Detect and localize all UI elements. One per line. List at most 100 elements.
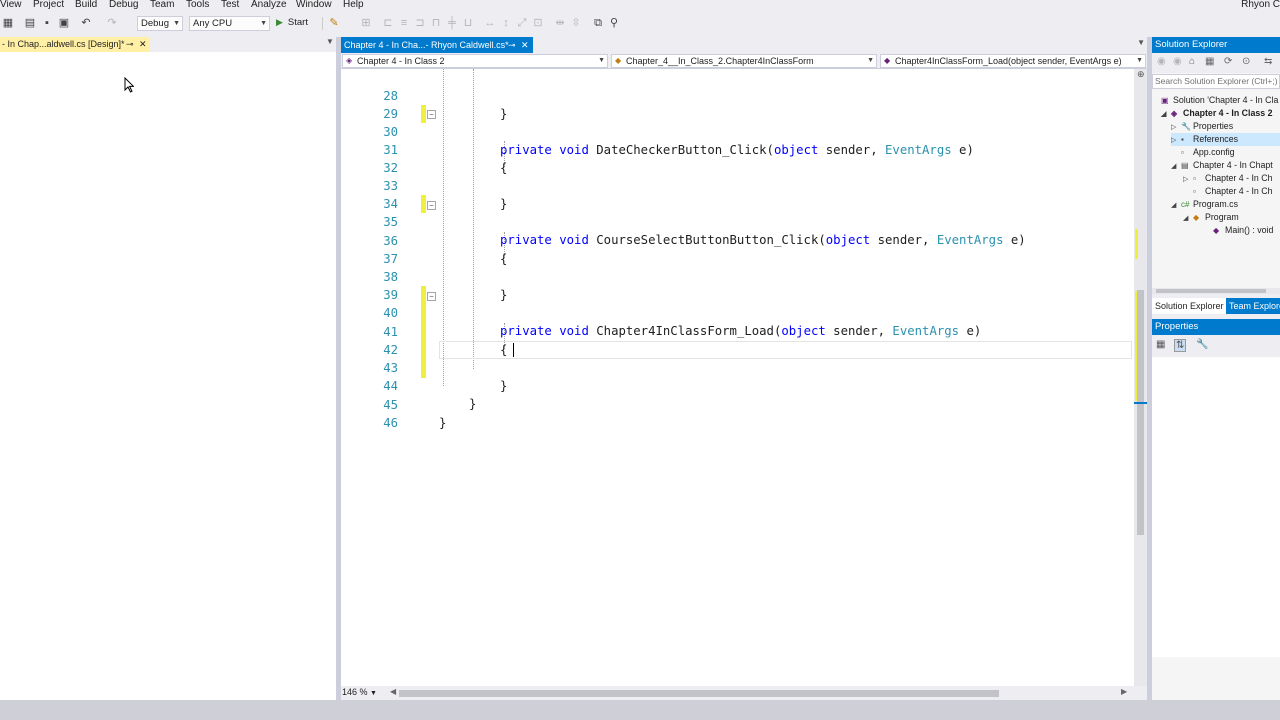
user-name[interactable]: Rhyon C: [1241, 0, 1280, 10]
undo-icon[interactable]: ↶: [80, 17, 92, 29]
menu-build[interactable]: Build: [75, 0, 97, 10]
grid-icon[interactable]: ⊞: [360, 17, 372, 29]
tree-item-project[interactable]: ◢ ◈ Chapter 4 - In Class 2: [1161, 107, 1272, 120]
properties-grid[interactable]: [1152, 357, 1280, 657]
menu-view[interactable]: View: [0, 0, 22, 10]
align-middle-icon[interactable]: ╪: [446, 17, 458, 29]
solution-platform-select[interactable]: Any CPU ▼: [189, 16, 270, 31]
form-designer-surface[interactable]: [0, 52, 336, 700]
horizontal-scrollbar[interactable]: ◀ ▶: [390, 687, 1127, 697]
scroll-right-icon[interactable]: ▶: [1121, 687, 1127, 696]
refresh-icon[interactable]: ⇆: [1264, 56, 1272, 67]
member-dropdown[interactable]: ◆ Chapter4InClassForm_Load(object sender…: [880, 54, 1146, 68]
code-line[interactable]: 34: [341, 177, 1134, 211]
history-icon[interactable]: ⊙: [1242, 56, 1250, 67]
sync-icon[interactable]: ⟳: [1224, 56, 1232, 67]
align-top-icon[interactable]: ⊓: [430, 17, 442, 29]
tree-item-solution[interactable]: ▣ Solution 'Chapter 4 - In Cla: [1161, 94, 1278, 107]
code-line[interactable]: 37: [341, 232, 1134, 266]
same-size-icon[interactable]: ⤢: [516, 17, 528, 29]
tab-list-dropdown-icon[interactable]: ▼: [1137, 38, 1145, 47]
tree-item-app-config[interactable]: ▫ App.config: [1181, 146, 1235, 159]
code-line[interactable]: 38 }: [341, 250, 1134, 302]
start-button[interactable]: ▶ Start: [276, 17, 308, 28]
menu-help[interactable]: Help: [343, 0, 364, 10]
split-window-icon[interactable]: ⊕: [1137, 69, 1145, 80]
tab-form-designer[interactable]: - In Chap...aldwell.cs [Design]* ⊸ ✕: [0, 37, 150, 52]
project-dropdown[interactable]: ◈ Chapter 4 - In Class 2 ▼: [342, 54, 608, 68]
menu-team[interactable]: Team: [150, 0, 174, 10]
tree-item-program-cs[interactable]: ◢ c# Program.cs: [1171, 198, 1238, 211]
close-icon[interactable]: ✕: [139, 37, 147, 52]
tab-team-explorer[interactable]: Team Explorer: [1226, 298, 1280, 314]
vertical-spacing-icon[interactable]: ⇳: [570, 17, 582, 29]
horizontal-scroll-thumb[interactable]: [399, 690, 999, 697]
pin-icon[interactable]: ⊸: [508, 37, 516, 53]
pin-icon[interactable]: ⊸: [126, 37, 134, 52]
tab-list-dropdown-icon[interactable]: ▼: [326, 37, 334, 46]
vertical-scrollbar[interactable]: ⊕: [1134, 69, 1147, 686]
categorized-icon[interactable]: ▦: [1156, 339, 1165, 350]
same-width-icon[interactable]: ↔: [484, 17, 496, 29]
switch-views-icon[interactable]: ▦: [1205, 56, 1214, 67]
align-bottom-icon[interactable]: ⊔: [462, 17, 474, 29]
code-line[interactable]: 31 {: [341, 123, 1134, 175]
code-line[interactable]: 44 }: [341, 359, 1134, 411]
solution-config-select[interactable]: Debug ▼: [137, 16, 183, 31]
tab-order-icon[interactable]: ⧉: [592, 17, 604, 29]
menu-tools[interactable]: Tools: [186, 0, 209, 10]
back-icon[interactable]: ◉: [1157, 56, 1166, 67]
solution-explorer-search[interactable]: Search Solution Explorer (Ctrl+;): [1152, 74, 1280, 89]
menu-project[interactable]: Project: [33, 0, 64, 10]
code-line[interactable]: 40 private void Chapter4InClassForm_Load…: [341, 286, 1134, 338]
scroll-thumb[interactable]: [1156, 289, 1266, 293]
align-right-icon[interactable]: ⊐: [414, 17, 426, 29]
redo-icon[interactable]: ↷: [106, 17, 118, 29]
code-line[interactable]: 33 }: [341, 159, 1134, 211]
code-line[interactable]: 41 {: [341, 305, 1134, 357]
tree-item-references[interactable]: ▷ ▪ References: [1171, 133, 1280, 146]
tree-item-program-class[interactable]: ◢ ◆ Program: [1183, 211, 1239, 224]
scroll-left-icon[interactable]: ◀: [390, 687, 396, 696]
alphabetical-icon[interactable]: ⇅: [1174, 339, 1187, 352]
solution-explorer-hscrollbar[interactable]: [1152, 288, 1280, 294]
code-line[interactable]: 45 }: [341, 378, 1134, 430]
property-pages-icon[interactable]: 🔧: [1196, 339, 1208, 350]
tree-item-main-method[interactable]: ◆ Main() : void: [1213, 224, 1273, 237]
align-center-icon[interactable]: ≡: [398, 17, 410, 29]
tree-item-form-designer[interactable]: ▷ ▫ Chapter 4 - In Ch: [1183, 172, 1272, 185]
close-icon[interactable]: ✕: [521, 37, 529, 53]
code-line[interactable]: 32: [341, 141, 1134, 175]
size-to-grid-icon[interactable]: ⊡: [532, 17, 544, 29]
code-line[interactable]: 39: [341, 268, 1134, 302]
code-line[interactable]: 30 private void DateCheckerButton_Click(…: [341, 105, 1134, 157]
menu-debug[interactable]: Debug: [109, 0, 138, 10]
browser-link-icon[interactable]: ✎: [328, 17, 340, 29]
save-icon[interactable]: ▪: [41, 17, 53, 29]
align-left-icon[interactable]: ⊏: [382, 17, 394, 29]
tree-item-form-resx[interactable]: ▫ Chapter 4 - In Ch: [1193, 185, 1272, 198]
same-height-icon[interactable]: ↕: [500, 17, 512, 29]
code-line[interactable]: 36 {: [341, 214, 1134, 266]
forward-icon[interactable]: ◉: [1173, 56, 1182, 67]
save-all-icon[interactable]: ▣: [58, 17, 70, 29]
vertical-scroll-thumb[interactable]: [1137, 290, 1144, 535]
code-editor[interactable]: − − − 28 } 29 30 private void DateChecke…: [341, 69, 1134, 686]
zoom-level[interactable]: 146 % ▼: [342, 687, 377, 697]
code-line[interactable]: 29: [341, 87, 1134, 121]
menu-analyze[interactable]: Analyze: [251, 0, 287, 10]
tree-item-form[interactable]: ◢ ▤ Chapter 4 - In Chapt: [1171, 159, 1273, 172]
open-file-icon[interactable]: ▤: [24, 17, 36, 29]
menu-window[interactable]: Window: [296, 0, 332, 10]
code-line[interactable]: 43 }: [341, 341, 1134, 393]
tree-item-properties[interactable]: ▷ 🔧 Properties: [1171, 120, 1233, 133]
tab-code-file[interactable]: Chapter 4 - In Cha...- Rhyon Caldwell.cs…: [341, 37, 533, 53]
home-icon[interactable]: ⌂: [1189, 56, 1195, 67]
code-line[interactable]: 35 private void CourseSelectButtonButton…: [341, 195, 1134, 247]
code-line[interactable]: 46: [341, 396, 1134, 430]
tab-solution-explorer[interactable]: Solution Explorer: [1152, 298, 1227, 314]
code-line[interactable]: 28 }: [341, 69, 1134, 121]
horizontal-spacing-icon[interactable]: ⇹: [554, 17, 566, 29]
code-line[interactable]: 42: [341, 323, 1134, 357]
menu-test[interactable]: Test: [221, 0, 239, 10]
